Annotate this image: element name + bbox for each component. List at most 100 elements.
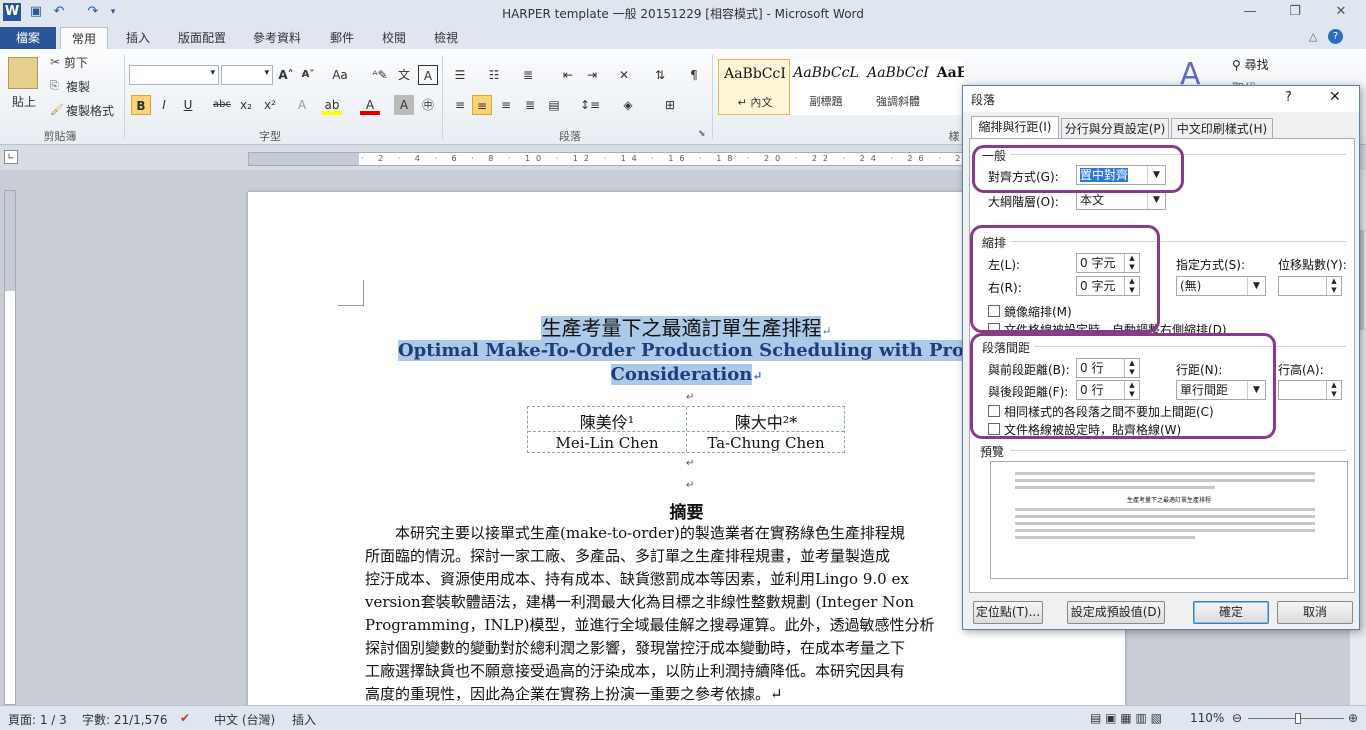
tab-review[interactable]: 校閱 <box>372 27 416 49</box>
font-name-combo[interactable]: ▾ <box>129 65 219 85</box>
style-subtle-emphasis[interactable]: AaBbCcI 強調斜體 <box>862 59 934 115</box>
tab-mailings[interactable]: 郵件 <box>320 27 364 49</box>
zoom-out-icon[interactable]: ⊖ <box>1232 711 1242 725</box>
language-status[interactable]: 中文 (台灣) <box>214 711 275 728</box>
highlight-icon[interactable]: ab <box>322 95 342 115</box>
tab-file[interactable]: 檔案 <box>0 27 56 49</box>
zoom-slider-thumb[interactable] <box>1295 713 1302 724</box>
spin-up-icon[interactable]: ▲ <box>1326 381 1341 390</box>
grow-font-icon[interactable]: A˄ <box>276 65 296 85</box>
clear-format-icon[interactable]: ᴬ✎ <box>370 65 390 85</box>
distributed-icon[interactable]: ▤ <box>544 95 564 115</box>
preview-line <box>1015 522 1315 525</box>
align-center-icon[interactable]: ≡ <box>472 95 492 115</box>
tab-indents-spacing[interactable]: 縮排與行距(I) <box>971 116 1059 139</box>
minimize-ribbon-icon[interactable]: △ <box>1309 30 1317 43</box>
spin-down-icon[interactable]: ▼ <box>1326 390 1341 399</box>
horizontal-ruler[interactable]: · 2 · 4 · 6 · 8 · 10 · 12 · 14 · 16 · 18… <box>248 152 1036 166</box>
show-marks-icon[interactable]: ¶ <box>684 65 704 85</box>
minimize-icon[interactable]: — <box>1236 2 1264 22</box>
tab-page-layout[interactable]: 版面配置 <box>170 27 234 49</box>
underline-icon[interactable]: U <box>178 95 198 115</box>
insert-mode[interactable]: 插入 <box>292 711 316 728</box>
dialog-title: 段落 <box>971 93 996 107</box>
bullets-icon[interactable]: ☰ <box>450 65 470 85</box>
paste-icon[interactable] <box>8 57 38 89</box>
subscript-icon[interactable]: x₂ <box>236 95 256 115</box>
paragraph-launcher-icon[interactable]: ⬊ <box>698 129 706 139</box>
line-spacing-icon[interactable]: ↕≡ <box>580 95 600 115</box>
ruler-margin <box>249 153 359 165</box>
dialog-close-icon[interactable]: ✕ <box>1329 89 1341 105</box>
indent-by-spinner[interactable]: ▲ ▼ <box>1278 276 1342 296</box>
tabs-button[interactable]: 定位點(T)... <box>973 601 1043 624</box>
author-table[interactable]: 陳美伶¹ 陳大中²* Mei-Lin Chen Ta-Chung Chen <box>527 406 845 453</box>
find-button[interactable]: ⚲ 尋找 <box>1232 56 1269 73</box>
outline-level-select[interactable]: 本文 ▼ <box>1076 190 1166 210</box>
font-color-icon[interactable]: A <box>360 95 380 115</box>
style-normal[interactable]: AaBbCcI ↵ 內文 <box>718 59 790 115</box>
abstract-line: 探討個別變數的變動對於總利潤之影響，發現當控汙成本變動時，在成本考量之下 <box>365 639 906 657</box>
tab-line-page-breaks[interactable]: 分行與分頁設定(P) <box>1061 118 1169 139</box>
enclose-char-icon[interactable]: ㊥ <box>418 95 438 115</box>
page-count[interactable]: 頁面: 1 / 3 <box>8 711 67 728</box>
spin-up-icon[interactable]: ▲ <box>1326 277 1341 286</box>
restore-icon[interactable]: ❐ <box>1281 2 1309 22</box>
asian-layout-icon[interactable]: ✕ <box>614 65 634 85</box>
align-left-icon[interactable]: ≡ <box>450 95 470 115</box>
zoom-in-icon[interactable]: ⊕ <box>1348 711 1358 725</box>
paragraph-dialog: 段落 ? ✕ 縮排與行距(I) 分行與分頁設定(P) 中文印刷樣式(H) 一般 … <box>962 85 1360 630</box>
font-size-combo[interactable]: ▾ <box>221 65 273 85</box>
tab-home[interactable]: 常用 <box>60 27 108 49</box>
proofing-icon[interactable]: ✔ <box>180 711 190 725</box>
title-en-line1[interactable]: Optimal Make-To-Order Production Schedul… <box>398 340 1028 361</box>
zoom-level[interactable]: 110% <box>1190 711 1224 725</box>
help-icon[interactable]: ? <box>1328 29 1343 44</box>
superscript-icon[interactable]: x² <box>260 95 280 115</box>
abstract-body[interactable]: 本研究主要以接單式生產(make-to-order)的製造業者在實務綠色生產排程… <box>365 522 1015 705</box>
phonetic-guide-icon[interactable]: 文 <box>394 65 414 85</box>
cancel-button[interactable]: 取消 <box>1277 601 1353 624</box>
borders-icon[interactable]: ⊞ <box>660 95 680 115</box>
tab-view[interactable]: 檢視 <box>424 27 468 49</box>
italic-icon[interactable]: I <box>154 95 174 115</box>
line-at-spinner[interactable]: ▲ ▼ <box>1278 380 1342 400</box>
bold-icon[interactable]: B <box>131 95 151 115</box>
close-icon[interactable]: ✕ <box>1327 2 1355 22</box>
sort-icon[interactable]: ⇅ <box>650 65 670 85</box>
group-separator <box>124 55 125 139</box>
word-count[interactable]: 字數: 21/1,576 <box>82 711 168 728</box>
text-effects-icon[interactable]: A <box>292 95 312 115</box>
spin-down-icon[interactable]: ▼ <box>1326 286 1341 295</box>
set-default-button[interactable]: 設定成預設值(D) <box>1067 601 1165 624</box>
dialog-help-icon[interactable]: ? <box>1285 90 1292 105</box>
char-border-icon[interactable]: A <box>418 65 438 85</box>
copy-button[interactable]: 複製 <box>66 79 90 95</box>
ok-button[interactable]: 確定 <box>1193 601 1269 624</box>
abstract-line: version套裝軟體語法，建構一利潤最大化為目標之非線性整數規劃 (Integ… <box>365 593 915 611</box>
style-emphasis[interactable]: AaBbCcl 強 <box>934 59 964 115</box>
align-right-icon[interactable]: ≡ <box>496 95 516 115</box>
tab-asian-typography[interactable]: 中文印刷樣式(H) <box>1171 118 1273 139</box>
format-painter-button[interactable]: 複製格式 <box>66 103 114 119</box>
vertical-ruler[interactable] <box>4 190 16 705</box>
shading-icon[interactable]: ◈ <box>618 95 638 115</box>
author1-zh: 陳美伶¹ <box>579 413 635 432</box>
char-shading-icon[interactable]: A <box>394 95 414 115</box>
special-indent-select[interactable]: (無) ▼ <box>1176 276 1266 296</box>
cut-button[interactable]: 剪下 <box>64 55 88 71</box>
decrease-indent-icon[interactable]: ⇤ <box>558 65 578 85</box>
view-buttons[interactable]: ▤ ▣ ▦ ▥ ▧ <box>1090 711 1162 725</box>
increase-indent-icon[interactable]: ⇥ <box>582 65 602 85</box>
multilevel-list-icon[interactable]: ≣ <box>518 65 538 85</box>
tab-references[interactable]: 參考資料 <box>244 27 310 49</box>
numbering-icon[interactable]: ☷ <box>484 65 504 85</box>
justify-icon[interactable]: ≣ <box>520 95 540 115</box>
style-subtitle[interactable]: AaBbCcL 副標題 <box>790 59 862 115</box>
tab-insert[interactable]: 插入 <box>116 27 160 49</box>
tab-selector-icon[interactable]: ∟ <box>4 150 18 164</box>
strikethrough-icon[interactable]: abc <box>212 95 232 115</box>
shrink-font-icon[interactable]: A˅ <box>298 65 318 85</box>
change-case-icon[interactable]: Aa <box>330 65 350 85</box>
paste-button[interactable]: 貼上 <box>6 91 42 113</box>
